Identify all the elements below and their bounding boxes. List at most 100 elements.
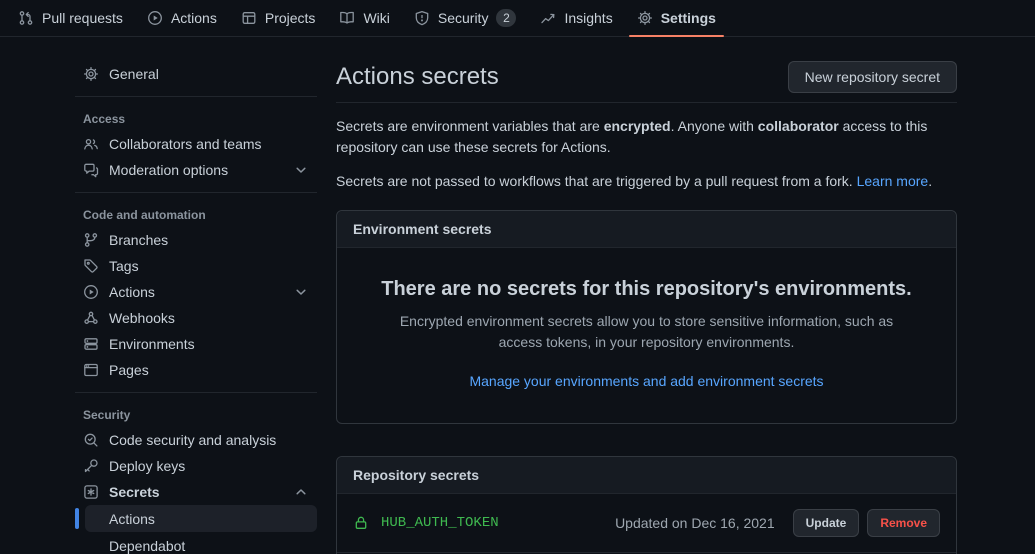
environment-secrets-box: Environment secrets There are no secrets…: [336, 210, 957, 424]
tab-projects[interactable]: Projects: [233, 0, 324, 36]
sidebar-item-general[interactable]: General: [75, 61, 317, 87]
codescan-icon: [83, 432, 99, 448]
intro-bold-encrypted: encrypted: [604, 118, 671, 134]
table-icon: [241, 10, 257, 26]
sidebar-section-code-automation: Code and automation: [75, 202, 317, 227]
intro-paragraph-1: Secrets are environment variables that a…: [336, 116, 957, 158]
sidebar-item-label: Branches: [109, 232, 168, 248]
repo-tab-nav: Pull requests Actions Projects Wiki Secu…: [0, 0, 1035, 37]
sidebar-item-label: Actions: [109, 511, 155, 527]
secret-name: HUB_AUTH_TOKEN: [381, 515, 499, 531]
update-secret-button[interactable]: Update: [793, 509, 860, 537]
sidebar-item-label: Dependabot: [109, 538, 185, 554]
sidebar-item-label: Secrets: [109, 484, 160, 500]
gear-icon: [637, 10, 653, 26]
sidebar-item-secrets[interactable]: Secrets: [75, 479, 317, 505]
server-icon: [83, 336, 99, 352]
key-icon: [83, 458, 99, 474]
sidebar-item-label: Code security and analysis: [109, 432, 276, 448]
sidebar-section-security: Security: [75, 402, 317, 427]
sidebar-item-label: General: [109, 66, 159, 82]
lock-icon: [353, 515, 369, 531]
sidebar-item-pages[interactable]: Pages: [75, 357, 317, 383]
sidebar-item-label: Tags: [109, 258, 139, 274]
settings-page: General Access Collaborators and teams M…: [0, 37, 1035, 554]
comment-discussion-icon: [83, 162, 99, 178]
tab-pull-requests[interactable]: Pull requests: [10, 0, 131, 36]
chevron-down-icon: [293, 284, 309, 300]
intro-text-part: .: [928, 173, 932, 189]
sidebar-section-access: Access: [75, 106, 317, 131]
sidebar-item-label: Deploy keys: [109, 458, 185, 474]
tab-actions[interactable]: Actions: [139, 0, 225, 36]
chevron-down-icon: [293, 162, 309, 178]
intro-paragraph-2: Secrets are not passed to workflows that…: [336, 171, 957, 192]
manage-environments-link[interactable]: Manage your environments and add environ…: [469, 373, 823, 389]
webhook-icon: [83, 310, 99, 326]
sidebar-item-tags[interactable]: Tags: [75, 253, 317, 279]
sidebar-subitem-secrets-actions[interactable]: Actions: [85, 505, 317, 532]
environment-secrets-header: Environment secrets: [337, 211, 956, 248]
sidebar-item-label: Environments: [109, 336, 195, 352]
sidebar-item-label: Actions: [109, 284, 155, 300]
git-branch-icon: [83, 232, 99, 248]
blankslate-title: There are no secrets for this repository…: [377, 278, 916, 301]
page-title: Actions secrets: [336, 63, 499, 91]
sidebar-item-code-security[interactable]: Code security and analysis: [75, 427, 317, 453]
browser-icon: [83, 362, 99, 378]
tab-insights[interactable]: Insights: [532, 0, 620, 36]
tag-icon: [83, 258, 99, 274]
play-icon: [147, 10, 163, 26]
intro-text-part: . Anyone with: [671, 118, 758, 134]
tab-label: Security: [438, 10, 489, 26]
intro-text-part: Secrets are not passed to workflows that…: [336, 173, 857, 189]
tab-label: Settings: [661, 10, 716, 26]
tab-label: Pull requests: [42, 10, 123, 26]
repository-secrets-header: Repository secrets: [337, 457, 956, 494]
remove-secret-button[interactable]: Remove: [867, 509, 940, 537]
sidebar-item-collaborators[interactable]: Collaborators and teams: [75, 131, 317, 157]
intro-text: Secrets are environment variables that a…: [336, 116, 957, 192]
learn-more-link[interactable]: Learn more: [857, 173, 929, 189]
intro-bold-collaborator: collaborator: [758, 118, 839, 134]
sidebar-item-deploy-keys[interactable]: Deploy keys: [75, 453, 317, 479]
tab-label: Wiki: [363, 10, 389, 26]
sidebar-item-environments[interactable]: Environments: [75, 331, 317, 357]
graph-icon: [540, 10, 556, 26]
sidebar-item-label: Collaborators and teams: [109, 136, 262, 152]
tab-wiki[interactable]: Wiki: [331, 0, 397, 36]
tab-security[interactable]: Security 2: [406, 0, 525, 36]
sidebar-subitem-secrets-dependabot[interactable]: Dependabot: [85, 532, 317, 554]
tab-label: Actions: [171, 10, 217, 26]
new-repository-secret-button[interactable]: New repository secret: [788, 61, 957, 93]
intro-text-part: Secrets are environment variables that a…: [336, 118, 604, 134]
sidebar-divider: [75, 192, 317, 193]
sidebar-item-webhooks[interactable]: Webhooks: [75, 305, 317, 331]
sidebar-item-label: Webhooks: [109, 310, 175, 326]
sidebar-item-label: Moderation options: [109, 162, 228, 178]
main-header: Actions secrets New repository secret: [336, 61, 957, 103]
repository-secrets-box: Repository secrets HUB_AUTH_TOKEN Update…: [336, 456, 957, 554]
sidebar-item-branches[interactable]: Branches: [75, 227, 317, 253]
secret-row: HUB_AUTH_TOKEN Updated on Dec 16, 2021 U…: [337, 494, 956, 552]
actions-secrets-panel: Actions secrets New repository secret Se…: [336, 61, 957, 554]
sidebar-item-actions[interactable]: Actions: [75, 279, 317, 305]
sidebar-item-moderation[interactable]: Moderation options: [75, 157, 317, 183]
environment-secrets-blankslate: There are no secrets for this repository…: [337, 248, 956, 423]
play-icon: [83, 284, 99, 300]
sidebar-divider: [75, 392, 317, 393]
book-icon: [339, 10, 355, 26]
blankslate-text: Encrypted environment secrets allow you …: [377, 311, 916, 353]
people-icon: [83, 136, 99, 152]
secret-row-actions: Updated on Dec 16, 2021 Update Remove: [615, 509, 940, 537]
key-asterisk-icon: [83, 484, 99, 500]
tab-settings[interactable]: Settings: [629, 0, 724, 36]
tab-label: Projects: [265, 10, 316, 26]
sidebar-divider: [75, 96, 317, 97]
shield-icon: [414, 10, 430, 26]
gear-icon: [83, 66, 99, 82]
sidebar-item-label: Pages: [109, 362, 149, 378]
blankslate-link-row: Manage your environments and add environ…: [377, 373, 916, 389]
security-count-badge: 2: [496, 9, 516, 27]
secret-updated-date: Updated on Dec 16, 2021: [615, 515, 775, 531]
